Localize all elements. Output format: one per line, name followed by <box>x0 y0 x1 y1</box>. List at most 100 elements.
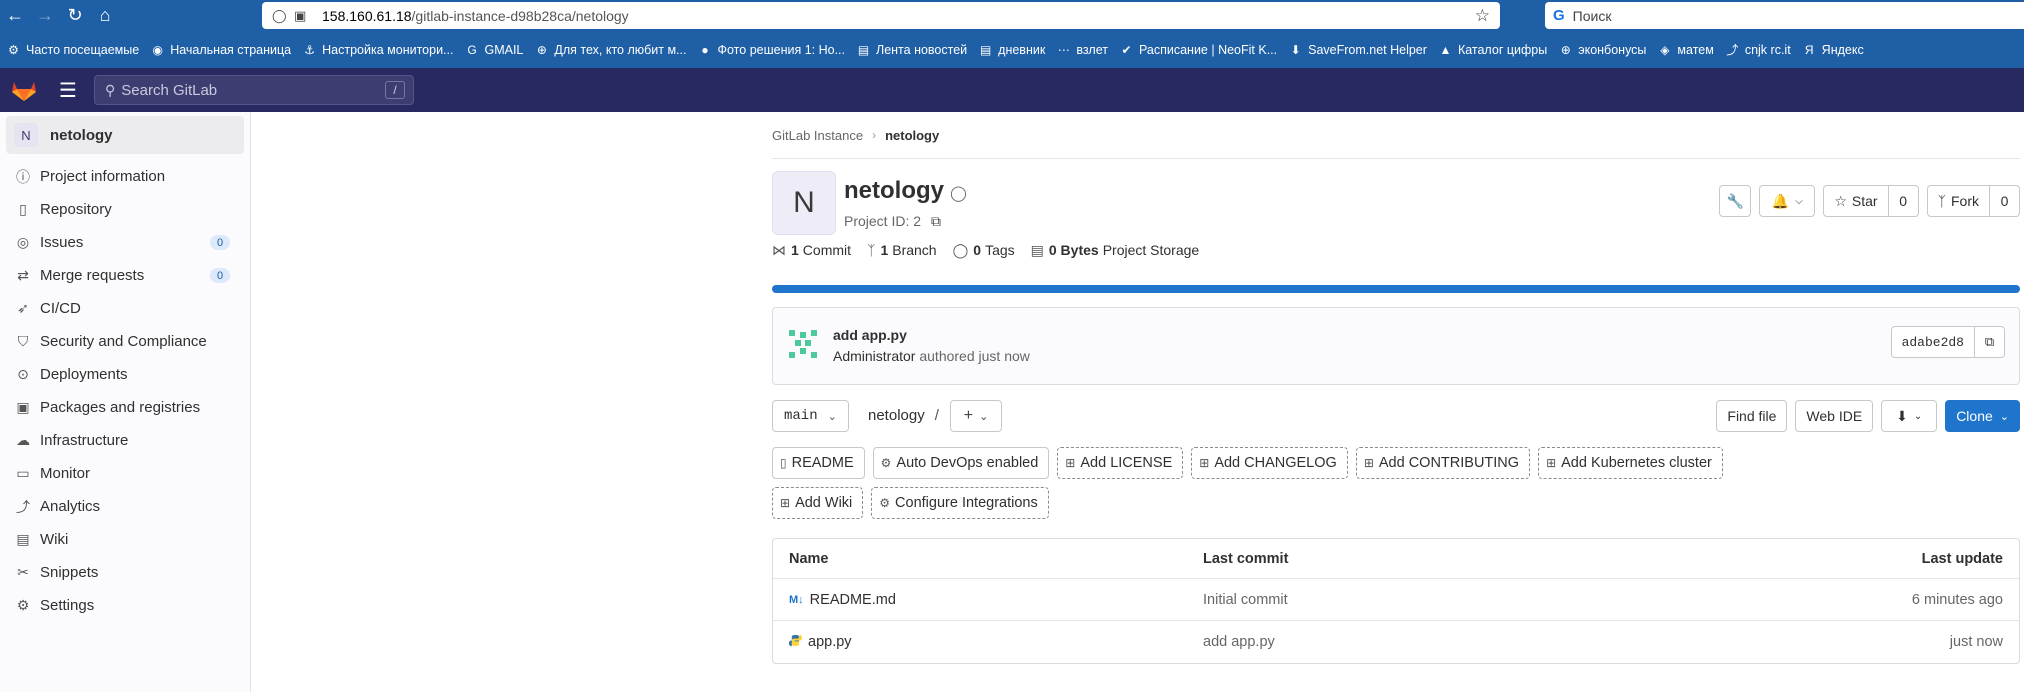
quick-action-auto-devops-enabled[interactable]: ⚙ Auto DevOps enabled <box>872 447 1050 479</box>
add-to-tree-button[interactable]: + ⌄ <box>950 400 1002 432</box>
sidebar-item-issues[interactable]: ◎ Issues 0 <box>0 226 250 259</box>
bookmark-item[interactable]: ◈ матем <box>1657 42 1714 57</box>
download-button[interactable]: ⬇ ⌄ <box>1881 400 1938 432</box>
bell-icon: 🔔 <box>1771 192 1790 209</box>
commit-title[interactable]: add app.py <box>833 327 907 343</box>
document-icon: ▯ <box>19 201 27 217</box>
sidebar-item-deployments[interactable]: ⊙ Deployments <box>0 358 250 391</box>
file-name-link[interactable]: app.py <box>789 634 852 650</box>
hamburger-menu-icon[interactable]: ☰ <box>48 68 88 112</box>
gitlab-logo-icon[interactable] <box>0 68 48 112</box>
bookmark-item[interactable]: ◉ Начальная страница <box>150 42 291 57</box>
fork-count[interactable]: 0 <box>1990 185 2020 217</box>
breadcrumb-current[interactable]: netology <box>885 128 939 143</box>
quick-action-readme[interactable]: ▯ README <box>772 447 865 479</box>
bookmark-item[interactable]: G GMAIL <box>464 42 523 57</box>
globe-icon: ⊕ <box>536 42 547 57</box>
browser-search-field[interactable]: G Поиск <box>1545 2 2024 29</box>
tree-path-separator: / <box>934 407 939 424</box>
sidebar-project-header[interactable]: N netology <box>6 116 244 154</box>
star-count[interactable]: 0 <box>1888 185 1919 217</box>
project-avatar: N <box>14 123 38 147</box>
commit-meta: Administrator authored just now <box>833 348 1030 364</box>
branch-selector[interactable]: main ⌄ <box>772 400 849 432</box>
tree-path-root[interactable]: netology <box>868 407 925 424</box>
project-sidebar: N netology ⓘ Project information ▯ Reposito… <box>0 112 251 692</box>
bookmark-item[interactable]: ⬇ SaveFrom.net Helper <box>1288 42 1427 57</box>
sidebar-item-snippets[interactable]: ✂ Snippets <box>0 556 250 589</box>
quick-action-add-license[interactable]: ⊞ Add LICENSE <box>1057 447 1184 479</box>
insecure-lock-icon[interactable]: ▣ <box>294 8 316 24</box>
bookmark-item[interactable]: ✔ Расписание | NeoFit K... <box>1119 42 1277 57</box>
bookmark-item[interactable]: ▤ Лента новостей <box>856 42 967 57</box>
forward-arrow-icon[interactable]: → <box>30 0 60 31</box>
file-last-commit-link[interactable]: Initial commit <box>1203 592 1288 608</box>
sidebar-item-project-information[interactable]: ⓘ Project information <box>0 160 250 193</box>
sidebar-item-security-and-compliance[interactable]: ⛉ Security and Compliance <box>0 325 250 358</box>
copy-icon[interactable]: ⧉ <box>931 213 941 229</box>
bookmark-item[interactable]: ⚓ Настройка монитори... <box>302 42 453 57</box>
quick-action-add-changelog[interactable]: ⊞ Add CHANGELOG <box>1191 447 1348 479</box>
bookmark-item[interactable]: ⋯ взлет <box>1056 42 1108 57</box>
bookmark-item[interactable]: ▲ Каталог цифры <box>1438 42 1547 57</box>
quick-action-add-wiki[interactable]: ⊞ Add Wiki <box>772 487 864 519</box>
quick-action-label: Auto DevOps enabled <box>896 455 1039 471</box>
bookmark-label: GMAIL <box>484 42 524 57</box>
star-button[interactable]: ☆ Star <box>1823 185 1889 217</box>
bookmark-item[interactable]: ● Фото решения 1: Но... <box>698 42 845 57</box>
bookmark-item[interactable]: ⤴ cnjk rc.it <box>1725 42 1790 58</box>
gitlab-search-input[interactable]: ⚲ Search GitLab / <box>94 75 414 105</box>
web-ide-button[interactable]: Web IDE <box>1795 400 1874 432</box>
rocket-icon: ➶ <box>17 300 29 316</box>
sidebar-item-infrastructure[interactable]: ☁ Infrastructure <box>0 424 250 457</box>
bookmark-item[interactable]: ▤ дневник <box>978 42 1045 57</box>
sidebar-item-repository[interactable]: ▯ Repository <box>0 193 250 226</box>
reload-icon[interactable]: ↻ <box>60 0 90 31</box>
commit-author[interactable]: Administrator <box>833 348 915 364</box>
sidebar-item-settings[interactable]: ⚙ Settings <box>0 589 250 622</box>
star-group: ☆ Star 0 <box>1823 185 1919 217</box>
tracking-shield-icon[interactable]: ◯ <box>272 8 294 24</box>
home-icon[interactable]: ⌂ <box>90 0 120 31</box>
quick-action-add-contributing[interactable]: ⊞ Add CONTRIBUTING <box>1355 447 1531 479</box>
bookmark-label: Часто посещаемые <box>26 42 140 57</box>
file-name-link[interactable]: M↓ README.md <box>789 592 896 608</box>
quick-action-label: Add CONTRIBUTING <box>1378 455 1520 471</box>
admin-wrench-button[interactable]: 🔧 <box>1719 185 1752 217</box>
bookmark-label: Каталог цифры <box>1457 42 1548 57</box>
bookmark-star-icon[interactable]: ☆ <box>1475 6 1490 26</box>
repository-language-bar[interactable] <box>772 285 2020 293</box>
tree-path: netology / <box>868 407 939 424</box>
bookmark-item[interactable]: ⊕ Для тех, кто любит м... <box>534 42 687 57</box>
file-last-commit-link[interactable]: add app.py <box>1203 634 1275 650</box>
sidebar-item-packages-and-registries[interactable]: ▣ Packages and registries <box>0 391 250 424</box>
sidebar-item-merge-requests[interactable]: ⇄ Merge requests 0 <box>0 259 250 292</box>
sidebar-item-monitor[interactable]: ▭ Monitor <box>0 457 250 490</box>
sidebar-item-ci-cd[interactable]: ➶ CI/CD <box>0 292 250 325</box>
last-commit-panel: add app.py Administrator authored just n… <box>772 307 2020 385</box>
bookmark-item[interactable]: Я Яндекс <box>1802 42 1864 57</box>
clone-button[interactable]: Clone ⌄ <box>1945 400 2020 432</box>
deployments-icon: ⊙ <box>17 366 29 382</box>
table-row: M↓ README.md Initial commit 6 minutes ago <box>773 579 2019 621</box>
quick-action-add-kubernetes-cluster[interactable]: ⊞ Add Kubernetes cluster <box>1538 447 1723 479</box>
sidebar-item-wiki[interactable]: ▤ Wiki <box>0 523 250 556</box>
fork-button[interactable]: ᛉ Fork <box>1926 185 1990 217</box>
bookmark-item[interactable]: ⚙ Часто посещаемые <box>6 42 139 57</box>
url-text[interactable]: 158.160.61.18/gitlab-instance-d98b28ca/n… <box>322 8 629 24</box>
quick-action-configure-integrations[interactable]: ⚙ Configure Integrations <box>871 487 1049 519</box>
bookmark-item[interactable]: ⊕ эконбонусы <box>1558 42 1647 57</box>
address-bar[interactable]: ◯ ▣ 158.160.61.18/gitlab-instance-d98b28… <box>262 2 1500 29</box>
breadcrumb-root-link[interactable]: GitLab Instance <box>772 128 863 143</box>
sidebar-item-analytics[interactable]: ⤴ Analytics <box>0 490 250 523</box>
back-arrow-icon[interactable]: ← <box>0 0 30 31</box>
info-icon: ⓘ <box>16 168 30 185</box>
user-identicon-icon[interactable] <box>787 328 819 360</box>
commit-sha-button[interactable]: adabe2d8 <box>1890 326 1975 358</box>
notification-button[interactable]: 🔔 ⌵ <box>1759 185 1816 217</box>
flag-icon: ● <box>701 42 709 57</box>
copy-sha-icon[interactable]: ⧉ <box>1975 326 2005 358</box>
hook-icon: ⚓ <box>304 42 316 57</box>
find-file-button[interactable]: Find file <box>1716 400 1788 432</box>
main-content: GitLab Instance › netology N netology ◯ P… <box>772 112 2020 664</box>
